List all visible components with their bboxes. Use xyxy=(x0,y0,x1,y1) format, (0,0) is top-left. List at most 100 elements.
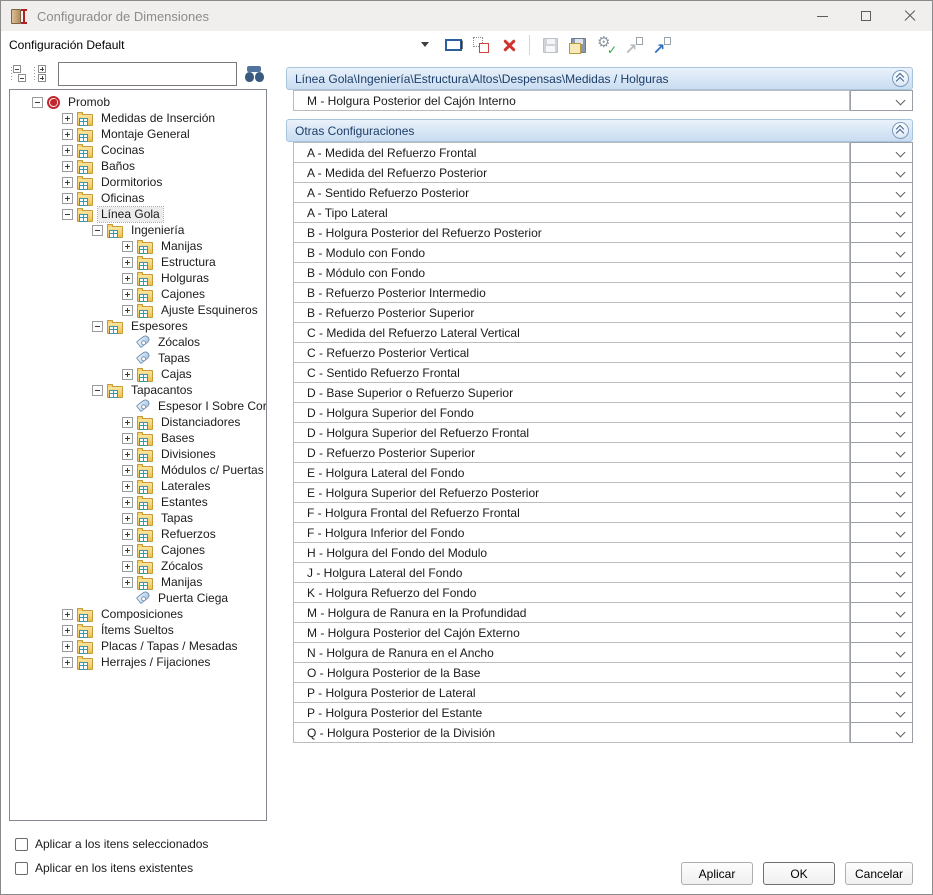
apply-config-button[interactable]: ⚙✓ xyxy=(596,35,616,55)
expander-plus-icon[interactable] xyxy=(62,145,73,156)
tree-item[interactable]: Ítems Sueltos xyxy=(10,622,266,638)
config-value-dropdown[interactable] xyxy=(850,582,913,603)
expander-plus-icon[interactable] xyxy=(122,273,133,284)
expander-plus-icon[interactable] xyxy=(122,497,133,508)
tree-item[interactable]: Estructura xyxy=(10,254,266,270)
config-value-dropdown[interactable] xyxy=(850,362,913,383)
tree-item[interactable]: Ajuste Esquineros xyxy=(10,302,266,318)
save-button[interactable] xyxy=(540,35,560,55)
config-value-dropdown[interactable] xyxy=(850,542,913,563)
expander-plus-icon[interactable] xyxy=(62,129,73,140)
apply-existing-items-checkbox[interactable] xyxy=(15,862,28,875)
tree-item[interactable]: Tapas xyxy=(10,510,266,526)
binoculars-search-icon[interactable] xyxy=(245,66,267,82)
tree-item[interactable]: Laterales xyxy=(10,478,266,494)
expander-plus-icon[interactable] xyxy=(62,609,73,620)
tree-item[interactable]: Montaje General xyxy=(10,126,266,142)
expander-minus-icon[interactable] xyxy=(32,97,43,108)
config-value-dropdown[interactable] xyxy=(850,162,913,183)
tree-item[interactable]: Cajas xyxy=(10,366,266,382)
expander-minus-icon[interactable] xyxy=(92,321,103,332)
config-value-dropdown[interactable] xyxy=(850,462,913,483)
expander-plus-icon[interactable] xyxy=(122,417,133,428)
config-value-dropdown[interactable] xyxy=(850,202,913,223)
tree-item[interactable]: Tapas xyxy=(10,350,266,366)
tree-item[interactable]: Línea Gola xyxy=(10,206,266,222)
tree-item[interactable]: Refuerzos xyxy=(10,526,266,542)
config-value-dropdown[interactable] xyxy=(850,262,913,283)
apply-selected-items-checkbox[interactable] xyxy=(15,838,28,851)
config-value-dropdown[interactable] xyxy=(850,662,913,683)
tree-item[interactable]: Espesor I Sobre Corte xyxy=(10,398,266,414)
config-value-dropdown[interactable] xyxy=(850,282,913,303)
tree-item[interactable]: Cocinas xyxy=(10,142,266,158)
expander-plus-icon[interactable] xyxy=(122,257,133,268)
collapse-all-icon[interactable] xyxy=(9,65,27,83)
config-value-dropdown[interactable] xyxy=(850,422,913,443)
config-value-dropdown[interactable] xyxy=(850,322,913,343)
expander-minus-icon[interactable] xyxy=(92,225,103,236)
expander-plus-icon[interactable] xyxy=(122,545,133,556)
config-value-dropdown[interactable] xyxy=(850,302,913,323)
config-value-dropdown[interactable] xyxy=(850,622,913,643)
config-value-dropdown[interactable] xyxy=(850,602,913,623)
expander-plus-icon[interactable] xyxy=(122,305,133,316)
tree-item[interactable]: Zócalos xyxy=(10,558,266,574)
tree-item[interactable]: Cajones xyxy=(10,286,266,302)
expander-plus-icon[interactable] xyxy=(62,193,73,204)
expander-plus-icon[interactable] xyxy=(122,241,133,252)
tree-item[interactable]: Espesores xyxy=(10,318,266,334)
tree-item[interactable]: Baños xyxy=(10,158,266,174)
config-value-dropdown[interactable] xyxy=(850,522,913,543)
import-config-button[interactable]: ↗ xyxy=(624,35,644,55)
expander-plus-icon[interactable] xyxy=(62,625,73,636)
tree-item[interactable]: Manijas xyxy=(10,574,266,590)
config-value-dropdown[interactable] xyxy=(850,90,913,111)
expand-all-icon[interactable] xyxy=(32,65,50,83)
maximize-button[interactable] xyxy=(844,1,888,31)
expander-plus-icon[interactable] xyxy=(62,113,73,124)
config-value-dropdown[interactable] xyxy=(850,442,913,463)
expander-plus-icon[interactable] xyxy=(122,529,133,540)
tree-item[interactable]: Placas / Tapas / Mesadas xyxy=(10,638,266,654)
close-button[interactable] xyxy=(888,1,932,31)
tree-item[interactable]: Oficinas xyxy=(10,190,266,206)
tree-item[interactable]: Dormitorios xyxy=(10,174,266,190)
config-value-dropdown[interactable] xyxy=(850,722,913,743)
expander-minus-icon[interactable] xyxy=(62,209,73,220)
tree-item[interactable]: Composiciones xyxy=(10,606,266,622)
tree-item[interactable]: Zócalos xyxy=(10,334,266,350)
expander-plus-icon[interactable] xyxy=(122,289,133,300)
apply-button[interactable]: Aplicar xyxy=(681,862,753,885)
config-value-dropdown[interactable] xyxy=(850,342,913,363)
tree-item[interactable]: Ingeniería xyxy=(10,222,266,238)
tree-item[interactable]: Tapacantos xyxy=(10,382,266,398)
collapse-section-button[interactable] xyxy=(892,70,909,87)
tree-item[interactable]: Divisiones xyxy=(10,446,266,462)
ok-button[interactable]: OK xyxy=(763,862,835,885)
tree-item[interactable]: Bases xyxy=(10,430,266,446)
tree-item[interactable]: Herrajes / Fijaciones xyxy=(10,654,266,670)
tree-item[interactable]: Manijas xyxy=(10,238,266,254)
minimize-button[interactable] xyxy=(800,1,844,31)
collapse-section-button[interactable] xyxy=(892,122,909,139)
expander-plus-icon[interactable] xyxy=(122,577,133,588)
config-value-dropdown[interactable] xyxy=(850,182,913,203)
expander-plus-icon[interactable] xyxy=(122,513,133,524)
expander-plus-icon[interactable] xyxy=(62,177,73,188)
config-value-dropdown[interactable] xyxy=(850,482,913,503)
tree-item[interactable]: Medidas de Inserción xyxy=(10,110,266,126)
config-select[interactable]: Configuración Default xyxy=(9,34,433,56)
expander-plus-icon[interactable] xyxy=(122,561,133,572)
copy-config-button[interactable] xyxy=(471,35,491,55)
config-value-dropdown[interactable] xyxy=(850,702,913,723)
export-config-button[interactable]: ↗ xyxy=(652,35,672,55)
delete-config-button[interactable] xyxy=(499,35,519,55)
expander-plus-icon[interactable] xyxy=(62,641,73,652)
config-value-dropdown[interactable] xyxy=(850,502,913,523)
config-value-dropdown[interactable] xyxy=(850,402,913,423)
expander-plus-icon[interactable] xyxy=(122,369,133,380)
config-value-dropdown[interactable] xyxy=(850,642,913,663)
expander-plus-icon[interactable] xyxy=(122,433,133,444)
cancel-button[interactable]: Cancelar xyxy=(845,862,913,885)
